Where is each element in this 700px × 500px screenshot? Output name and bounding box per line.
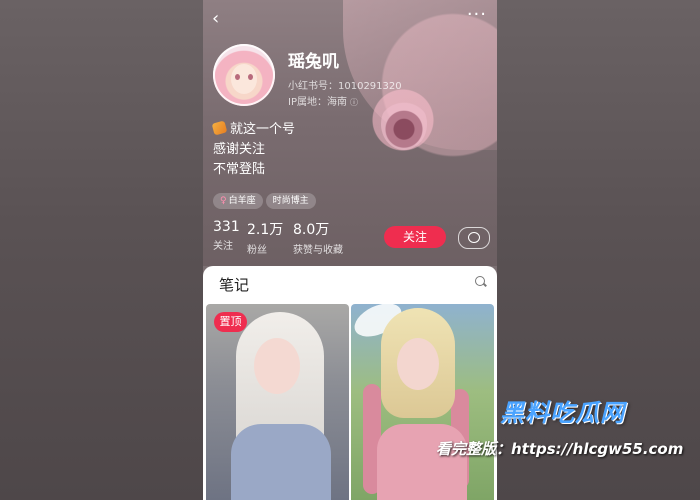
info-icon[interactable]: ⓘ	[350, 98, 358, 107]
notes-tab[interactable]: 笔记	[219, 274, 249, 295]
tag-label: 时尚博主	[272, 196, 309, 206]
thumbnail-figure-face	[397, 338, 439, 390]
stat-likes[interactable]: 8.0万 获赞与收藏	[293, 219, 343, 256]
ip-location: IP属地：海南 ⓘ	[288, 93, 358, 108]
search-icon[interactable]	[475, 276, 486, 287]
profile-tags: ♀ 白羊座 时尚博主	[213, 188, 319, 209]
red-id: 小红书号：1010291320	[288, 81, 402, 92]
bio-line-text: 就这一个号	[230, 122, 296, 137]
stat-label: 关注	[213, 241, 233, 252]
stat-label: 粉丝	[247, 245, 267, 256]
bio-line: 就这一个号	[211, 120, 296, 140]
tag-category: 时尚博主	[265, 193, 316, 209]
chat-bubble-icon	[468, 232, 480, 243]
avatar-eyes	[235, 74, 253, 80]
note-thumbnail[interactable]: 置顶	[206, 304, 349, 500]
more-options-icon[interactable]: ···	[467, 4, 487, 25]
thumbnail-figure-body	[231, 424, 331, 500]
back-icon[interactable]: ‹	[212, 8, 219, 29]
phone-screen: ‹ ··· 瑶兔叽 小红书号：1010291320 IP属地：海南 ⓘ 就这一个号…	[203, 0, 497, 500]
top-bar: ‹ ···	[203, 4, 497, 34]
stat-value: 8.0万	[293, 222, 330, 238]
follow-button[interactable]: 关注	[384, 226, 446, 248]
stat-value: 2.1万	[247, 222, 284, 238]
thumbnail-figure-body	[377, 424, 467, 500]
watermark-brand: 黑料吃瓜网	[500, 399, 625, 427]
background-left	[0, 0, 203, 500]
watermark-url: 看完整版：https://hlcgw55.com	[436, 440, 684, 458]
female-icon: ♀	[220, 196, 227, 206]
banner-eye-decoration	[381, 98, 427, 150]
bio: 就这一个号 感谢关注 不常登陆	[211, 120, 296, 180]
stat-value: 331	[213, 219, 240, 235]
ip-location-text: IP属地：海南	[288, 97, 347, 108]
tag-label: 白羊座	[228, 196, 256, 206]
tag-zodiac: ♀ 白羊座	[213, 193, 263, 209]
pinned-badge: 置顶	[214, 312, 247, 332]
thumbnail-figure-face	[254, 338, 300, 394]
stat-followers[interactable]: 2.1万 粉丝	[247, 219, 283, 256]
bio-line: 不常登陆	[213, 162, 266, 177]
avatar[interactable]	[213, 44, 275, 106]
note-thumbnail[interactable]	[351, 304, 494, 500]
profile-name: 瑶兔叽	[288, 52, 339, 72]
message-button[interactable]	[458, 227, 490, 249]
stat-following[interactable]: 331 关注	[213, 219, 240, 252]
emoji-icon	[211, 120, 228, 136]
stat-label: 获赞与收藏	[293, 245, 343, 256]
bio-line: 感谢关注	[213, 142, 266, 157]
